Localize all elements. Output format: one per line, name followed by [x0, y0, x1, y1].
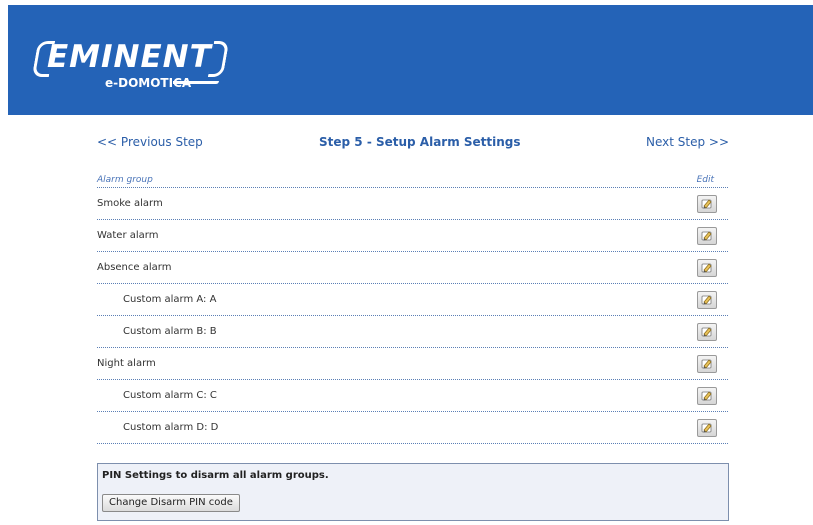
- edit-alarm-button[interactable]: [697, 291, 717, 309]
- next-step-link[interactable]: Next Step >>: [646, 135, 729, 149]
- logo-brand-text: EMINENT: [47, 39, 212, 75]
- table-row: Smoke alarm: [97, 188, 728, 220]
- previous-step-link[interactable]: << Previous Step: [97, 135, 203, 149]
- table-row: Water alarm: [97, 220, 728, 252]
- edit-pencil-icon: [701, 327, 712, 337]
- pin-settings-title: PIN Settings to disarm all alarm groups.: [102, 470, 329, 481]
- header-banner: EMINENT e-DOMOTICA: [8, 5, 813, 115]
- alarm-group-label: Water alarm: [97, 230, 159, 241]
- pin-settings-panel: PIN Settings to disarm all alarm groups.…: [97, 463, 729, 521]
- table-row: Custom alarm D: D: [97, 412, 728, 444]
- edit-pencil-icon: [701, 231, 712, 241]
- alarm-group-label: Custom alarm A: A: [123, 294, 217, 305]
- logo-subbrand-text: e-DOMOTICA: [105, 76, 192, 90]
- edit-alarm-button[interactable]: [697, 419, 717, 437]
- edit-alarm-button[interactable]: [697, 387, 717, 405]
- change-disarm-pin-button[interactable]: Change Disarm PIN code: [102, 494, 240, 512]
- edit-pencil-icon: [701, 423, 712, 433]
- alarm-group-label: Custom alarm D: D: [123, 422, 219, 433]
- table-row: Custom alarm C: C: [97, 380, 728, 412]
- edit-pencil-icon: [701, 359, 712, 369]
- table-row: Absence alarm: [97, 252, 728, 284]
- alarm-group-label: Absence alarm: [97, 262, 172, 273]
- edit-alarm-button[interactable]: [697, 259, 717, 277]
- alarm-group-label: Custom alarm B: B: [123, 326, 217, 337]
- table-row: Custom alarm B: B: [97, 316, 728, 348]
- edit-pencil-icon: [701, 295, 712, 305]
- alarm-group-table: Alarm group Edit Smoke alarm Water alarm A…: [97, 175, 728, 444]
- column-header-alarm-group: Alarm group: [97, 175, 153, 185]
- edit-alarm-button[interactable]: [697, 355, 717, 373]
- table-header: Alarm group Edit: [97, 175, 728, 188]
- page-title: Step 5 - Setup Alarm Settings: [319, 135, 521, 149]
- alarm-group-label: Night alarm: [97, 358, 156, 369]
- column-header-edit: Edit: [696, 175, 714, 185]
- edit-pencil-icon: [701, 263, 712, 273]
- edit-alarm-button[interactable]: [697, 227, 717, 245]
- alarm-group-label: Custom alarm C: C: [123, 390, 217, 401]
- table-row: Night alarm: [97, 348, 728, 380]
- step-navigation: << Previous Step Step 5 - Setup Alarm Se…: [97, 135, 729, 151]
- edit-pencil-icon: [701, 199, 712, 209]
- edit-alarm-button[interactable]: [697, 323, 717, 341]
- edit-pencil-icon: [701, 391, 712, 401]
- alarm-group-label: Smoke alarm: [97, 198, 163, 209]
- eminent-logo: EMINENT e-DOMOTICA: [31, 37, 233, 97]
- edit-alarm-button[interactable]: [697, 195, 717, 213]
- table-row: Custom alarm A: A: [97, 284, 728, 316]
